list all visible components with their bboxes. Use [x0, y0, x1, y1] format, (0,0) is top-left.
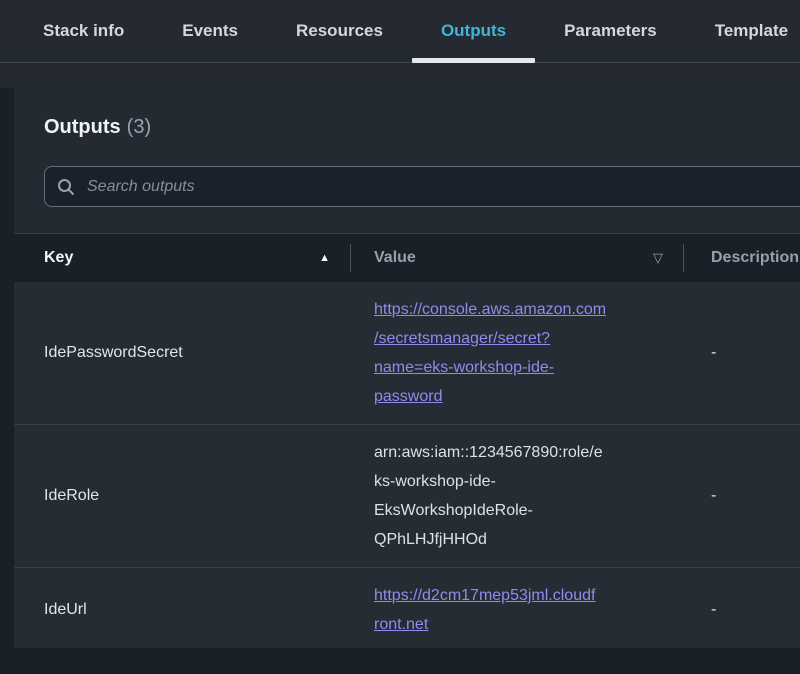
tab-template[interactable]: Template — [686, 0, 800, 62]
output-value-text: arn:aws:iam::1234567890:role/eks-worksho… — [374, 444, 603, 548]
panel-title-text: Outputs — [44, 116, 121, 138]
column-label-key: Key — [44, 249, 73, 267]
output-key: IdeRole — [14, 425, 350, 567]
column-header-value[interactable]: Value ▽ — [350, 234, 683, 282]
output-value-link[interactable]: https://d2cm17mep53jml.cloudfront.net — [374, 587, 595, 633]
output-value-cell: arn:aws:iam::1234567890:role/eks-worksho… — [350, 425, 683, 567]
sort-ascending-icon: ▲ — [319, 252, 330, 264]
output-description: - — [683, 425, 800, 567]
tab-outputs[interactable]: Outputs — [412, 0, 535, 62]
tab-events[interactable]: Events — [153, 0, 267, 62]
outputs-table: Key ▲ Value ▽ Description IdePasswordSec… — [14, 233, 800, 648]
output-key: IdeUrl — [14, 568, 350, 648]
output-description: - — [683, 568, 800, 648]
output-key: IdePasswordSecret — [14, 282, 350, 424]
column-header-key[interactable]: Key ▲ — [14, 234, 350, 282]
column-label-value: Value — [374, 249, 416, 267]
column-header-description[interactable]: Description — [683, 234, 800, 282]
tab-strip: Stack infoEventsResourcesOutputsParamete… — [0, 0, 800, 88]
table-body: IdePasswordSecrethttps://console.aws.ama… — [14, 282, 800, 648]
outputs-panel: Outputs (3) Key ▲ Value ▽ Description Ide… — [14, 88, 800, 648]
output-value-link[interactable]: https://console.aws.amazon.com/secretsma… — [374, 301, 606, 405]
table-row: IdePasswordSecrethttps://console.aws.ama… — [14, 282, 800, 424]
output-description: - — [683, 282, 800, 424]
tab-parameters[interactable]: Parameters — [535, 0, 686, 62]
search-input[interactable] — [85, 177, 800, 197]
tab-resources[interactable]: Resources — [267, 0, 412, 62]
column-label-description: Description — [711, 249, 799, 267]
table-row: IdeRolearn:aws:iam::1234567890:role/eks-… — [14, 424, 800, 567]
tab-stack-info[interactable]: Stack info — [14, 0, 153, 62]
sort-descending-icon: ▽ — [653, 250, 663, 266]
search-icon — [57, 178, 75, 196]
panel-title: Outputs (3) — [44, 112, 800, 142]
outputs-count-badge: (3) — [127, 116, 151, 138]
output-value-cell: https://console.aws.amazon.com/secretsma… — [350, 282, 683, 424]
table-header-row: Key ▲ Value ▽ Description — [14, 233, 800, 282]
table-row: IdeUrl https://d2cm17mep53jml.cloudfront.… — [14, 567, 800, 648]
search-box — [44, 166, 800, 207]
output-value-cell: https://d2cm17mep53jml.cloudfront.net — [350, 568, 683, 648]
stack-tab-bar: Stack infoEventsResourcesOutputsParamete… — [0, 0, 800, 63]
